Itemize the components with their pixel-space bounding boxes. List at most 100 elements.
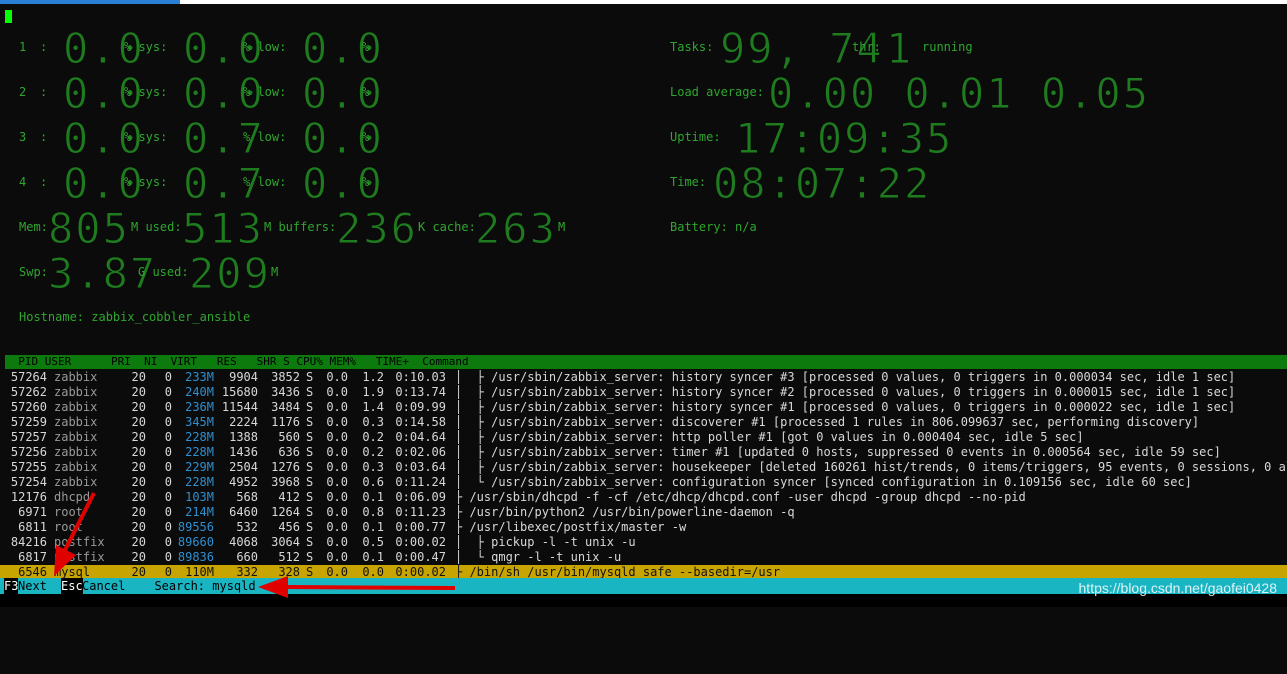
process-shr: 636: [278, 445, 300, 459]
process-time: 0:11.24: [395, 475, 446, 489]
process-row[interactable]: 57262 zabbix 20 0 240M 15680 3436 S 0.0 1.9 0:13.7…: [0, 385, 1287, 400]
process-virt: 228M: [185, 445, 214, 459]
cpu-id: 3: [19, 130, 27, 144]
process-mem: 0.8: [362, 505, 384, 519]
tasks-label: Tasks:: [670, 40, 714, 54]
process-cpu: 0.0: [326, 505, 348, 519]
next-button[interactable]: Next: [18, 578, 61, 594]
process-ni: 0: [164, 385, 172, 399]
process-cpu: 0.0: [326, 400, 348, 414]
process-row[interactable]: 57260 zabbix 20 0 236M 11544 3484 S 0.0 1.4 0:09.9…: [0, 400, 1287, 415]
process-user: root: [54, 520, 83, 534]
process-pid: 57264: [10, 370, 47, 384]
process-row[interactable]: 12176 dhcpd 20 0 103M 568 412 S 0.0 0.1 0:06.09 ├ /…: [0, 490, 1287, 505]
process-pri: 20: [131, 475, 146, 489]
process-time: 0:11.23: [395, 505, 446, 519]
search-input[interactable]: Search: mysqld: [140, 578, 256, 594]
process-user: zabbix: [54, 385, 98, 399]
process-pri: 20: [131, 430, 146, 444]
process-pid: 6811: [18, 520, 47, 534]
process-s: S: [306, 490, 314, 504]
process-mem: 1.9: [362, 385, 384, 399]
process-user: zabbix: [54, 445, 98, 459]
process-pid: 84216: [10, 535, 47, 549]
process-list[interactable]: 57264 zabbix 20 0 233M 9904 3852 S 0.0 1.2 0:10.03…: [0, 370, 1287, 580]
process-user: postfix: [54, 535, 105, 549]
process-pri: 20: [131, 445, 146, 459]
process-shr: 1264: [271, 505, 300, 519]
time-value: 08:07:22: [712, 159, 932, 208]
process-pid: 6817: [18, 550, 47, 564]
process-row[interactable]: 57255 zabbix 20 0 229M 2504 1276 S 0.0 0.3 0:03.64…: [0, 460, 1287, 475]
process-time: 0:00.02: [395, 535, 446, 549]
f3-key[interactable]: F3: [4, 578, 19, 594]
process-virt: 228M: [185, 475, 214, 489]
cancel-button[interactable]: Cancel: [82, 578, 140, 594]
process-row[interactable]: 57259 zabbix 20 0 345M 2224 1176 S 0.0 0.3 0:14.58…: [0, 415, 1287, 430]
mem-used-value: 513: [182, 204, 264, 253]
process-cmd: ├ /usr/libexec/postfix/master -w: [455, 520, 687, 534]
load-label: Load average:: [670, 85, 764, 99]
cpu-sep: :: [40, 40, 48, 54]
process-cmd: ├ /usr/sbin/dhcpd -f -cf /etc/dhcp/dhcpd…: [455, 490, 1026, 504]
cpu-sys-label: % sys:: [124, 40, 168, 54]
cpu-pct: %: [362, 175, 370, 189]
process-pid: 57259: [10, 415, 47, 429]
load-value: 0.00 0.01 0.05: [767, 69, 1151, 118]
process-user: zabbix: [54, 430, 98, 444]
mem-buffers-label: M buffers:: [264, 220, 337, 234]
process-ni: 0: [164, 415, 172, 429]
process-row[interactable]: 57256 zabbix 20 0 228M 1436 636 S 0.0 0.2 0:02.06 │…: [0, 445, 1287, 460]
process-cmd: │ ├ /usr/sbin/zabbix_server: history syn…: [455, 385, 1236, 399]
process-row[interactable]: 6971 root 20 0 214M 6460 1264 S 0.0 0.8 0:11.23 ├ /…: [0, 505, 1287, 520]
process-row[interactable]: 57257 zabbix 20 0 228M 1388 560 S 0.0 0.2 0:04.64 │…: [0, 430, 1287, 445]
process-time: 0:02.06: [395, 445, 446, 459]
process-cmd: │ └ /usr/sbin/zabbix_server: configurati…: [455, 475, 1192, 489]
process-row[interactable]: 57264 zabbix 20 0 233M 9904 3852 S 0.0 1.2 0:10.03…: [0, 370, 1287, 385]
process-s: S: [306, 550, 314, 564]
process-s: S: [306, 475, 314, 489]
process-time: 0:13.74: [395, 385, 446, 399]
process-res: 4952: [229, 475, 258, 489]
process-user: dhcpd: [54, 490, 91, 504]
mem-cache-label: K cache:: [418, 220, 476, 234]
process-pid: 12176: [10, 490, 47, 504]
cpu-sys-label: % sys:: [124, 85, 168, 99]
esc-key[interactable]: Esc: [61, 578, 83, 594]
process-row[interactable]: 6817 postfix 20 0 89836 660 512 S 0.0 0.1 0:00.47 │…: [0, 550, 1287, 565]
process-virt: 229M: [185, 460, 214, 474]
process-s: S: [306, 445, 314, 459]
process-pri: 20: [131, 520, 146, 534]
process-shr: 412: [278, 490, 300, 504]
process-cmd: │ ├ /usr/sbin/zabbix_server: history syn…: [455, 370, 1236, 384]
process-shr: 1176: [271, 415, 300, 429]
process-shr: 3852: [271, 370, 300, 384]
process-pri: 20: [131, 550, 146, 564]
process-user: zabbix: [54, 400, 98, 414]
process-cmd: │ ├ /usr/sbin/zabbix_server: timer #1 [u…: [455, 445, 1221, 459]
swap-used-label: G used:: [138, 265, 189, 279]
process-virt: 89836: [177, 550, 214, 564]
process-cpu: 0.0: [326, 415, 348, 429]
process-row[interactable]: 84216 postfix 20 0 89660 4068 3064 S 0.0 0.5 0:00.…: [0, 535, 1287, 550]
mem-used-label: M used:: [131, 220, 182, 234]
process-table-header[interactable]: PID USER PRI NI VIRT RES SHR S CPU% MEM%…: [5, 355, 1287, 369]
cpu-sys-label: % sys:: [124, 175, 168, 189]
process-res: 1388: [229, 430, 258, 444]
process-pid: 57260: [10, 400, 47, 414]
cpu-low-value: 0.0: [302, 24, 384, 73]
process-row[interactable]: 57254 zabbix 20 0 228M 4952 3968 S 0.0 0.6 0:11.24…: [0, 475, 1287, 490]
process-user: zabbix: [54, 475, 98, 489]
process-virt: 214M: [185, 505, 214, 519]
process-mem: 0.6: [362, 475, 384, 489]
time-label: Time:: [670, 175, 707, 189]
process-shr: 456: [278, 520, 300, 534]
watermark: https://blog.csdn.net/gaofei0428: [1078, 580, 1277, 596]
process-virt: 236M: [185, 400, 214, 414]
process-pid: 57257: [10, 430, 47, 444]
process-pid: 57255: [10, 460, 47, 474]
process-ni: 0: [164, 445, 172, 459]
process-time: 0:04.64: [395, 430, 446, 444]
mem-cache-value: 263: [475, 204, 557, 253]
process-row[interactable]: 6811 root 20 0 89556 532 456 S 0.0 0.1 0:00.77 ├ /u…: [0, 520, 1287, 535]
